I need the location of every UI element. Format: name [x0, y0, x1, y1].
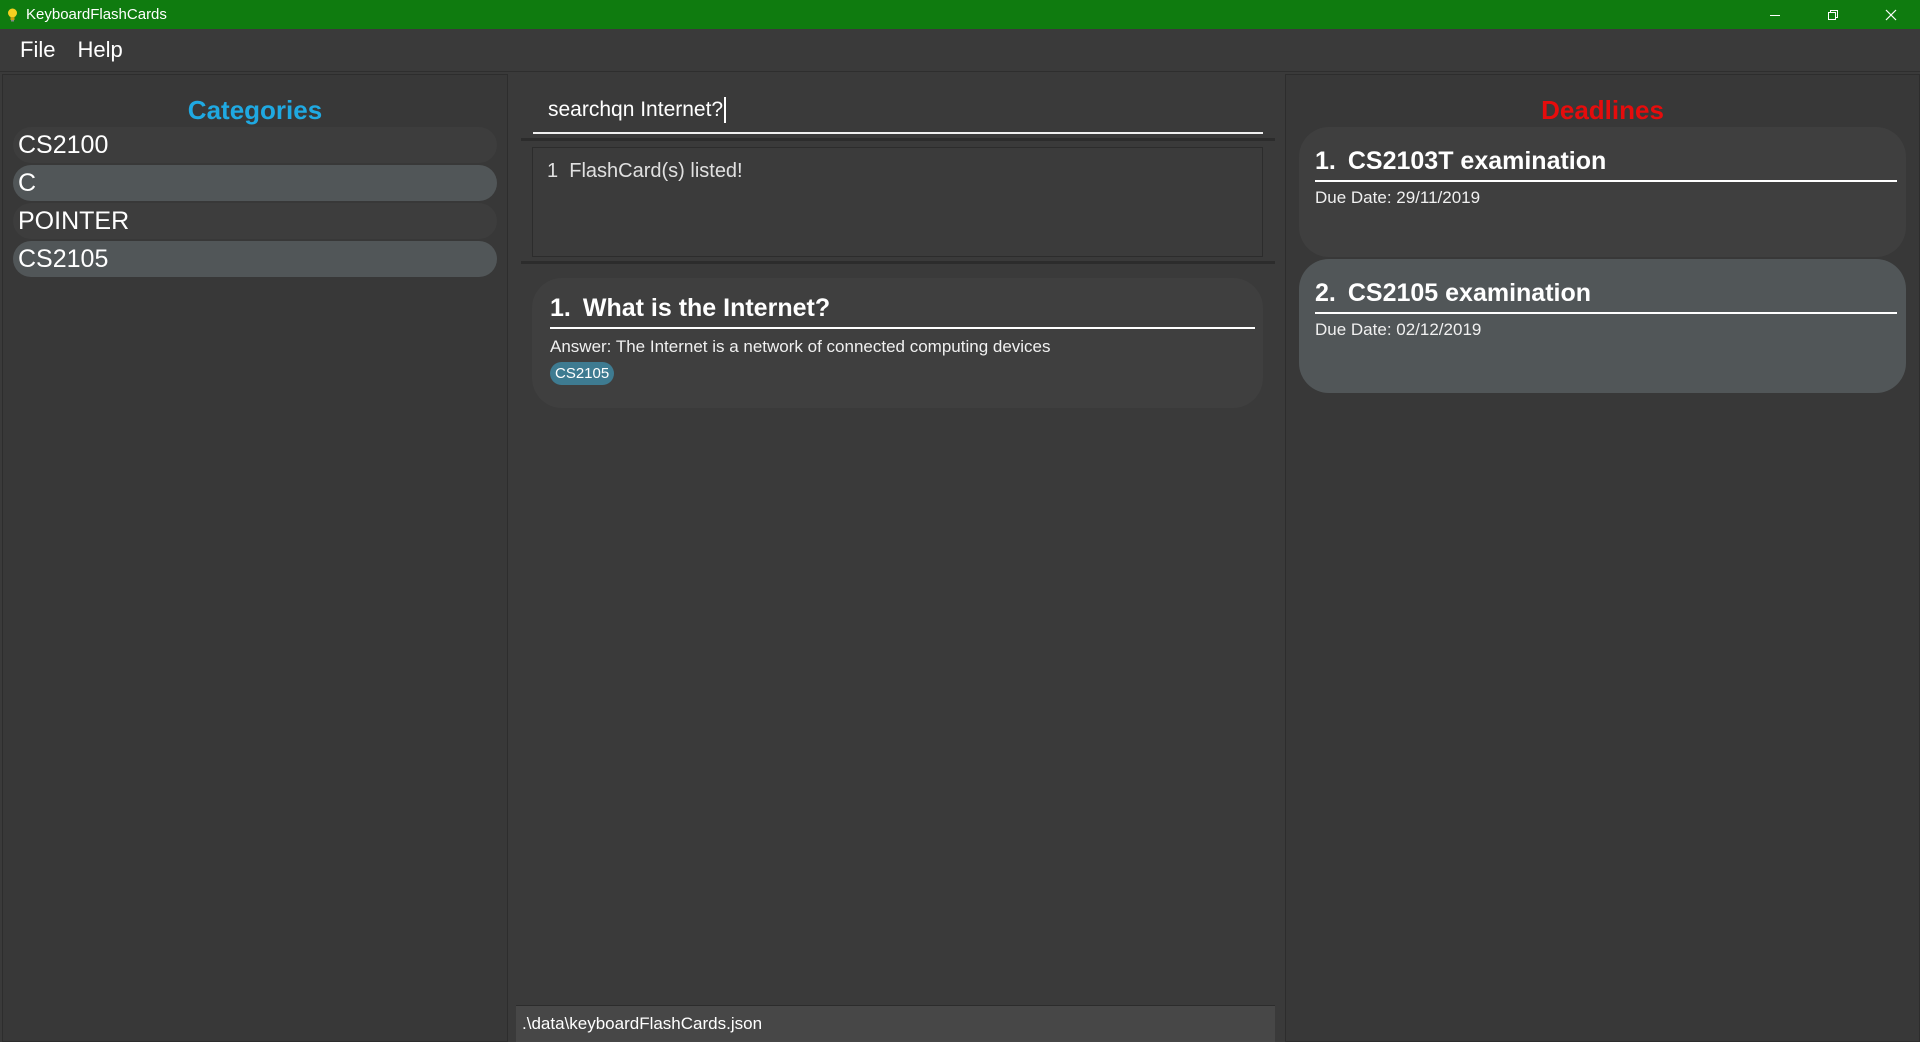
menu-help[interactable]: Help — [67, 37, 132, 63]
window-title-bar: KeyboardFlashCards — [0, 0, 1920, 29]
deadline-item[interactable]: 1. CS2103T examination Due Date: 29/11/2… — [1299, 127, 1906, 257]
category-item[interactable]: CS2100 — [13, 127, 497, 163]
categories-panel: Categories CS2100 C POINTER CS2105 — [2, 74, 508, 1042]
deadlines-panel: Deadlines 1. CS2103T examination Due Dat… — [1285, 74, 1920, 1042]
category-item[interactable]: POINTER — [13, 203, 497, 239]
flashcard-index: 1. — [550, 294, 571, 322]
category-list: CS2100 C POINTER CS2105 — [13, 127, 497, 279]
restore-button[interactable] — [1804, 0, 1862, 29]
deadline-title: 2. CS2105 examination — [1315, 279, 1897, 314]
menu-bar: File Help — [0, 29, 1920, 72]
command-input[interactable]: searchqn Internet? — [533, 88, 1263, 134]
result-message: 1 FlashCard(s) listed! — [547, 160, 743, 182]
deadline-index: 2. — [1315, 279, 1336, 307]
deadline-item[interactable]: 2. CS2105 examination Due Date: 02/12/20… — [1299, 259, 1906, 393]
categories-heading: Categories — [187, 95, 323, 125]
deadline-name: CS2103T examination — [1347, 147, 1607, 175]
category-item[interactable]: CS2105 — [13, 241, 497, 277]
command-text: searchqn Internet? — [548, 98, 724, 121]
minimize-button[interactable] — [1746, 0, 1804, 29]
status-bar: .\data\keyboardFlashCards.json — [516, 1005, 1275, 1042]
deadline-title: 1. CS2103T examination — [1315, 147, 1897, 182]
main-panel: searchqn Internet? 1 FlashCard(s) listed… — [516, 74, 1275, 1042]
minimize-icon — [1770, 14, 1780, 16]
deadlines-heading: Deadlines — [1541, 95, 1664, 125]
category-item[interactable]: C — [13, 165, 497, 201]
flashcard-title: 1. What is the Internet? — [550, 294, 1255, 329]
window-title: KeyboardFlashCards — [26, 6, 167, 23]
flashcard-question: What is the Internet? — [582, 294, 831, 322]
close-button[interactable] — [1862, 0, 1920, 29]
menu-file[interactable]: File — [10, 37, 65, 63]
lightbulb-icon — [6, 8, 18, 22]
text-caret — [724, 97, 727, 123]
divider — [521, 138, 1275, 141]
deadline-due-date: Due Date: 02/12/2019 — [1315, 320, 1482, 339]
result-display: 1 FlashCard(s) listed! — [532, 147, 1263, 257]
flashcard-tag: CS2105 — [550, 362, 615, 385]
divider — [521, 261, 1275, 264]
close-icon — [1885, 9, 1897, 20]
deadline-index: 1. — [1315, 147, 1336, 175]
deadline-name: CS2105 examination — [1347, 279, 1592, 307]
data-file-path: .\data\keyboardFlashCards.json — [522, 1014, 763, 1033]
deadline-due-date: Due Date: 29/11/2019 — [1315, 188, 1481, 207]
flashcard-answer: Answer: The Internet is a network of con… — [550, 337, 1051, 356]
flashcard-item[interactable]: 1. What is the Internet? Answer: The Int… — [532, 278, 1263, 408]
restore-icon — [1828, 9, 1838, 20]
